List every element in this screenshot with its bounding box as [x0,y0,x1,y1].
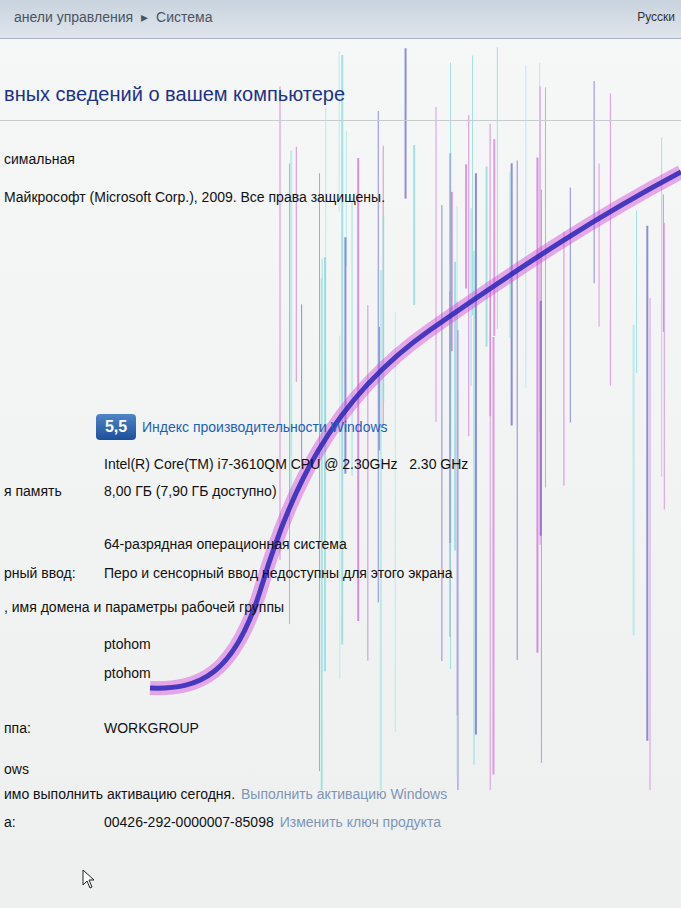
row-value: ptohom [104,665,681,681]
mouse-cursor-icon [82,869,96,889]
system-row: Intel(R) Core(TM) i7-3610QM CPU @ 2.30GH… [0,455,681,473]
copyright: Майкрософт (Microsoft Corp.), 2009. Все … [0,189,681,207]
system-row: рный ввод: Перо и сенсорный ввод недоступ… [0,564,681,582]
language-indicator[interactable]: Русски [637,10,675,24]
display-artifact-icon [0,0,681,908]
activation-heading: ows [0,761,681,779]
row-value: ptohom [104,636,681,652]
separator [0,120,681,121]
product-key-row: а: 00426-292-0000007-85098Изменить ключ п… [0,813,681,831]
change-key-link[interactable]: Изменить ключ продукта [280,814,441,830]
computer-row: ptohom [0,664,681,682]
row-value: WORKGROUP [104,720,681,736]
computer-row: ппа: WORKGROUP [0,719,681,737]
activation-status: имо выполнить активацию сегодня.Выполнит… [0,786,681,804]
page-heading: вных сведений о вашем компьютере [0,83,681,106]
breadcrumb-bar: анели управления ▸ Система Русски [0,0,681,39]
row-label: я память [4,483,94,499]
row-value: 00426-292-0000007-85098Изменить ключ про… [104,814,681,830]
row-value: 8,00 ГБ (7,90 ГБ доступно) [104,483,681,499]
activate-link[interactable]: Выполнить активацию Windows [241,786,447,802]
computer-heading: , имя домена и параметры рабочей группы [0,599,681,617]
edition-name: симальная [0,151,681,169]
rating-badge: 5,5 [96,414,136,440]
row-value: Intel(R) Core(TM) i7-3610QM CPU @ 2.30GH… [104,456,681,472]
breadcrumb-item[interactable]: ▸ [141,9,148,25]
row-value: Перо и сенсорный ввод недоступны для это… [104,565,681,581]
system-window: анели управления ▸ Система Русски вных сведе… [0,0,681,908]
row-label: а: [4,814,94,830]
row-value: 64-разрядная операционная система [104,536,681,552]
row-label: рный ввод: [4,565,94,581]
computer-row: ptohom [0,635,681,653]
rating-row: 5,5 Индекс производительности Windows [0,413,681,441]
system-row: 64-разрядная операционная система [0,535,681,553]
breadcrumb-item[interactable]: Система [156,9,212,25]
rating-link[interactable]: Индекс производительности Windows [142,419,388,435]
system-row: я память 8,00 ГБ (7,90 ГБ доступно) [0,482,681,500]
row-label: ппа: [4,720,94,736]
breadcrumb-item[interactable]: анели управления [14,9,133,25]
